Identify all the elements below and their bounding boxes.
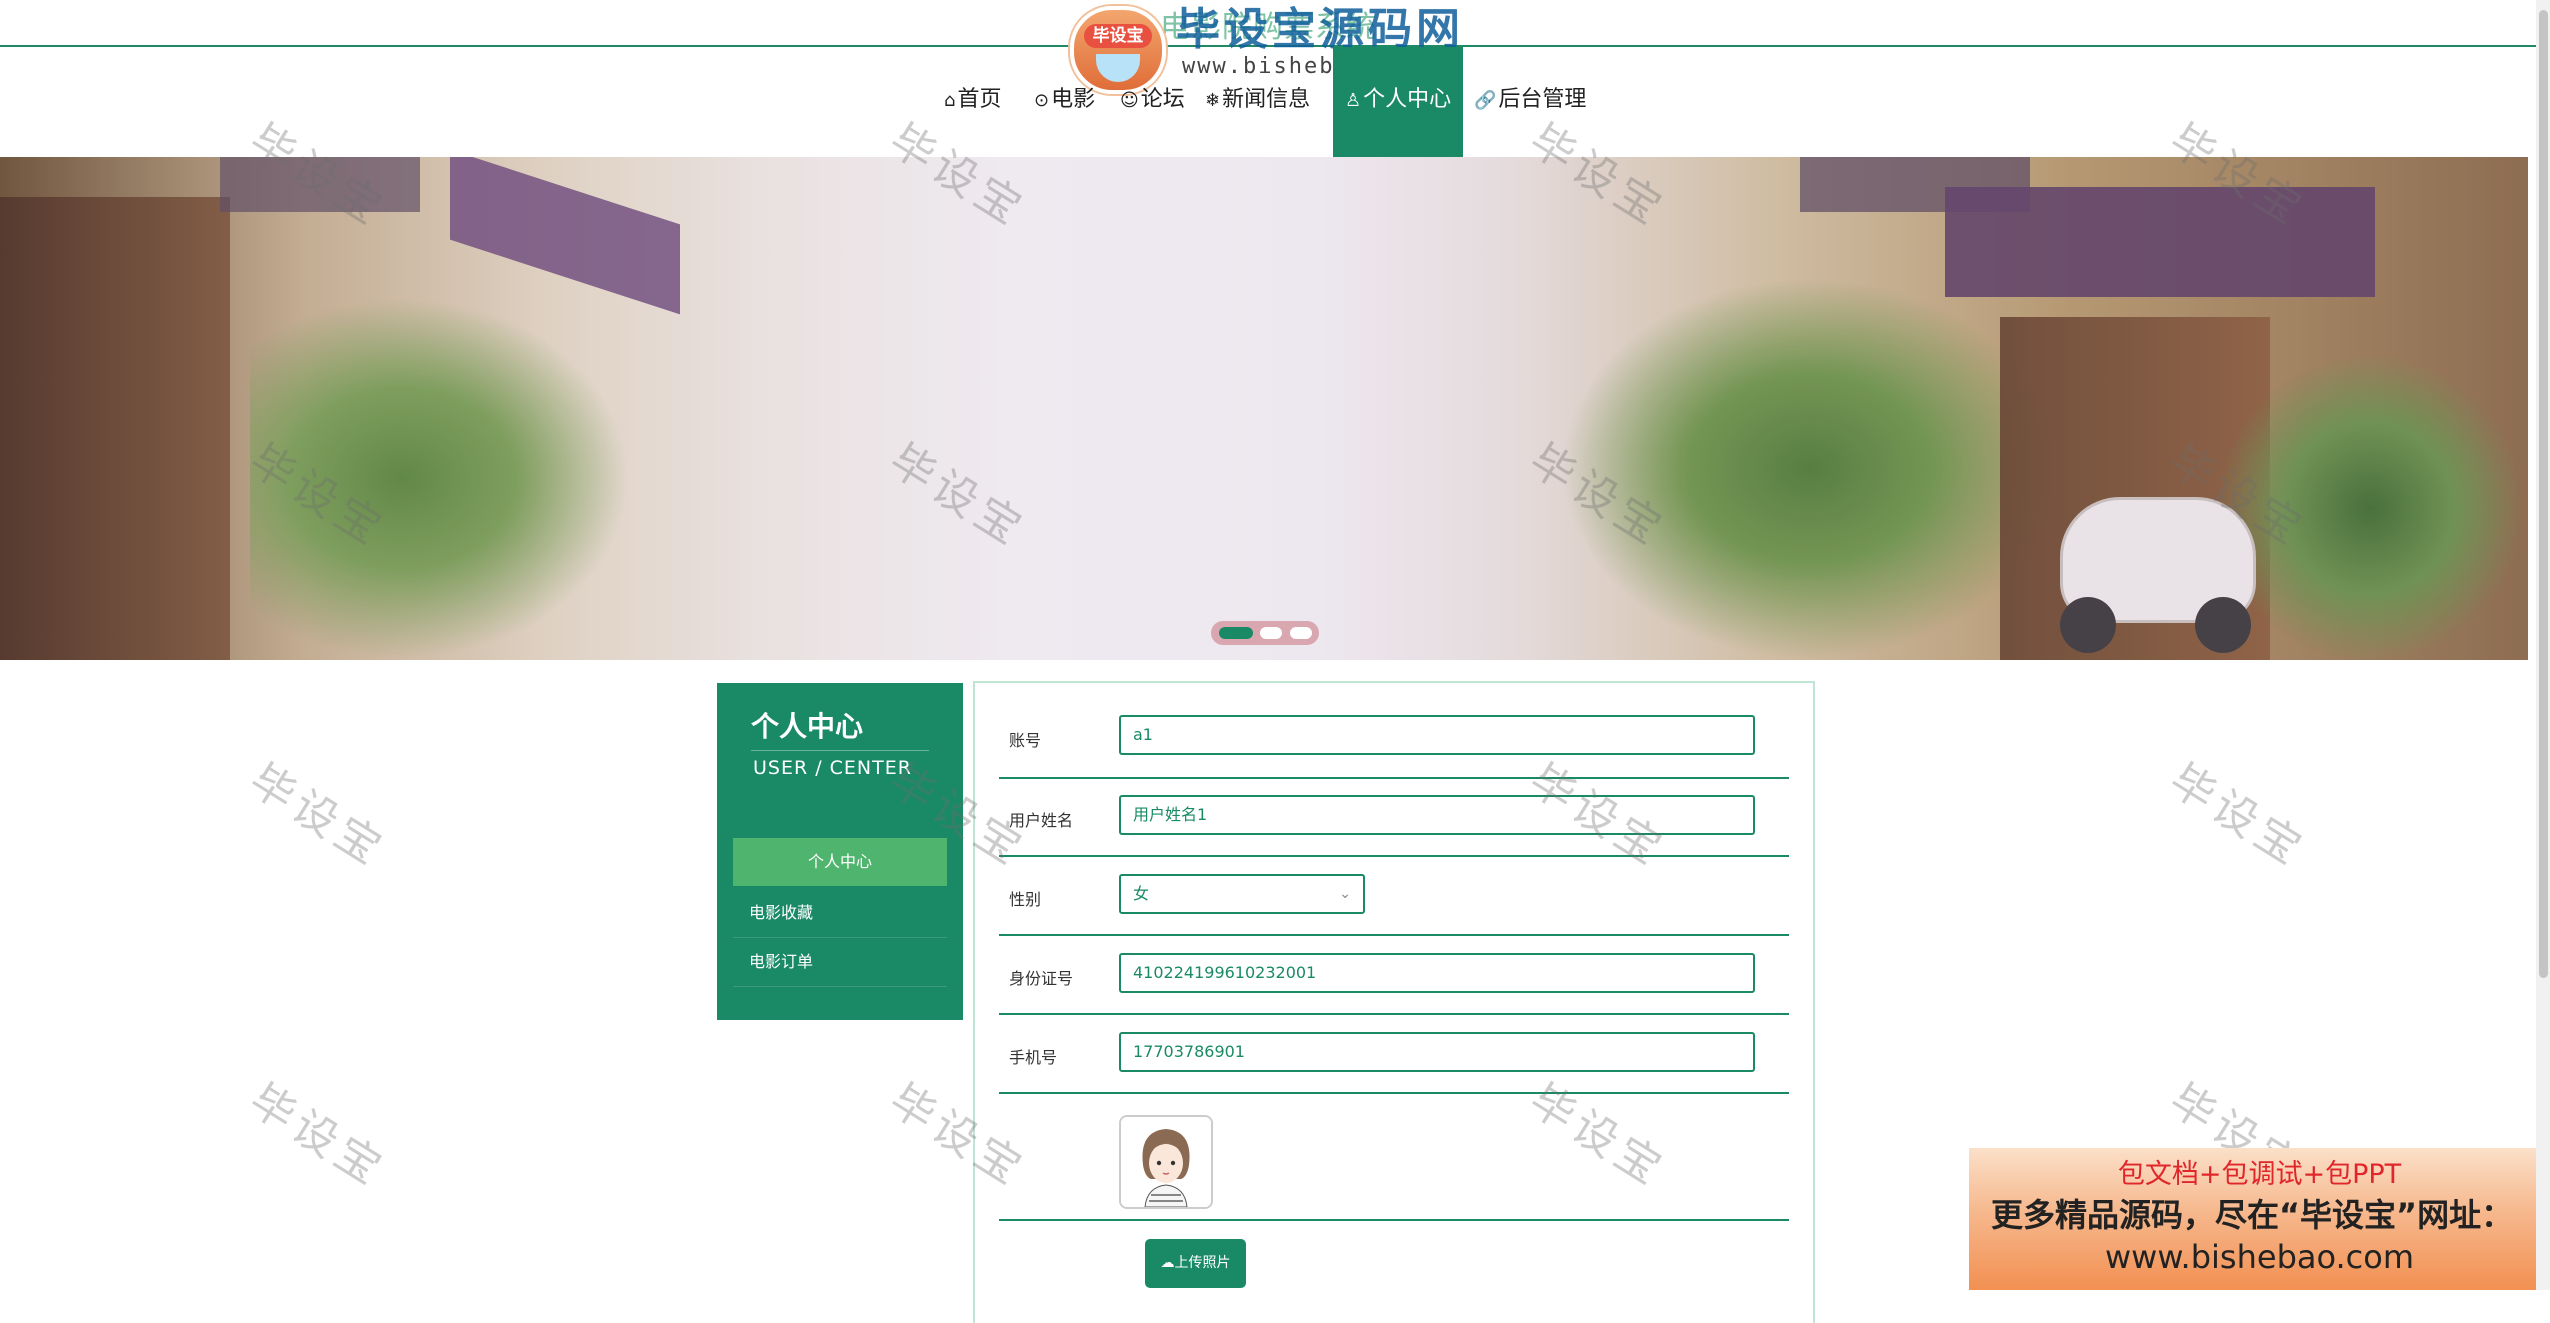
gender-label: 性别: [1009, 890, 1042, 909]
form-row-gender: 性别 女 ⌄: [999, 874, 1789, 936]
forum-icon: ☺: [1120, 90, 1139, 111]
watermark-text: 毕设宝: [240, 754, 395, 878]
promo-line-2: 更多精品源码，尽在“毕设宝”网址：: [1991, 1196, 2514, 1234]
form-row-account: 账号 a1: [999, 715, 1789, 779]
news-icon: ❄: [1205, 90, 1221, 111]
side-menu: 个人中心 USER / CENTER 个人中心 电影收藏 电影订单: [717, 683, 963, 1020]
side-item-orders[interactable]: 电影订单: [733, 938, 947, 987]
phone-label: 手机号: [1009, 1048, 1058, 1067]
side-menu-subtitle: USER / CENTER: [753, 757, 912, 779]
home-icon: ⌂: [944, 90, 956, 111]
avatar[interactable]: [1119, 1115, 1213, 1209]
nav-news[interactable]: ❄新闻信息: [1205, 47, 1310, 157]
user-icon: ♙: [1345, 90, 1362, 111]
account-label: 账号: [1009, 731, 1042, 750]
idcard-input[interactable]: 410224199610232001: [1119, 953, 1755, 993]
film-icon: ⊙: [1034, 90, 1050, 111]
scrollbar-thumb[interactable]: [2539, 10, 2548, 978]
form-row-avatar: [999, 1113, 1789, 1221]
link-icon: 🔗: [1474, 90, 1497, 111]
nav-user-center[interactable]: ♙个人中心: [1333, 47, 1464, 157]
carousel-dot-1[interactable]: [1218, 627, 1253, 639]
watermark-text: 毕设宝: [2160, 754, 2315, 878]
profile-form: 账号 a1 用户姓名 用户姓名1 性别 女 ⌄ 身份证号 41022419961…: [973, 681, 1815, 1323]
promo-banner[interactable]: 包文档+包调试+包PPT 更多精品源码，尽在“毕设宝”网址： www.bishe…: [1969, 1148, 2550, 1290]
gender-select[interactable]: 女 ⌄: [1119, 874, 1365, 914]
cloud-upload-icon: ☁: [1160, 1255, 1175, 1271]
carousel-indicators: [1211, 621, 1319, 645]
form-row-idcard: 身份证号 410224199610232001: [999, 953, 1789, 1015]
promo-line-1: 包文档+包调试+包PPT: [2117, 1159, 2402, 1190]
watermark-text: 毕设宝: [240, 1074, 395, 1198]
account-input[interactable]: a1: [1119, 715, 1755, 755]
nav-movies[interactable]: ⊙电影: [1034, 47, 1095, 157]
banner-carousel[interactable]: [0, 157, 2528, 660]
upload-photo-button[interactable]: ☁上传照片: [1145, 1239, 1246, 1288]
form-row-phone: 手机号 17703786901: [999, 1032, 1789, 1094]
side-item-user-center[interactable]: 个人中心: [733, 838, 947, 886]
promo-line-3: www.bishebao.com: [2104, 1238, 2415, 1276]
chevron-down-icon: ⌄: [1339, 886, 1351, 902]
main-nav: ⌂首页 ⊙电影 ☺论坛 ❄新闻信息 ♙个人中心 🔗后台管理: [0, 47, 2550, 157]
logo-badge-text: 毕设宝: [1084, 24, 1152, 48]
phone-input[interactable]: 17703786901: [1119, 1032, 1755, 1072]
idcard-label: 身份证号: [1009, 969, 1074, 988]
side-menu-title: 个人中心: [751, 710, 864, 743]
side-item-favorites[interactable]: 电影收藏: [733, 889, 947, 938]
carousel-dot-3[interactable]: [1289, 627, 1312, 639]
carousel-dot-2[interactable]: [1260, 627, 1282, 639]
nav-forum[interactable]: ☺论坛: [1120, 47, 1185, 157]
